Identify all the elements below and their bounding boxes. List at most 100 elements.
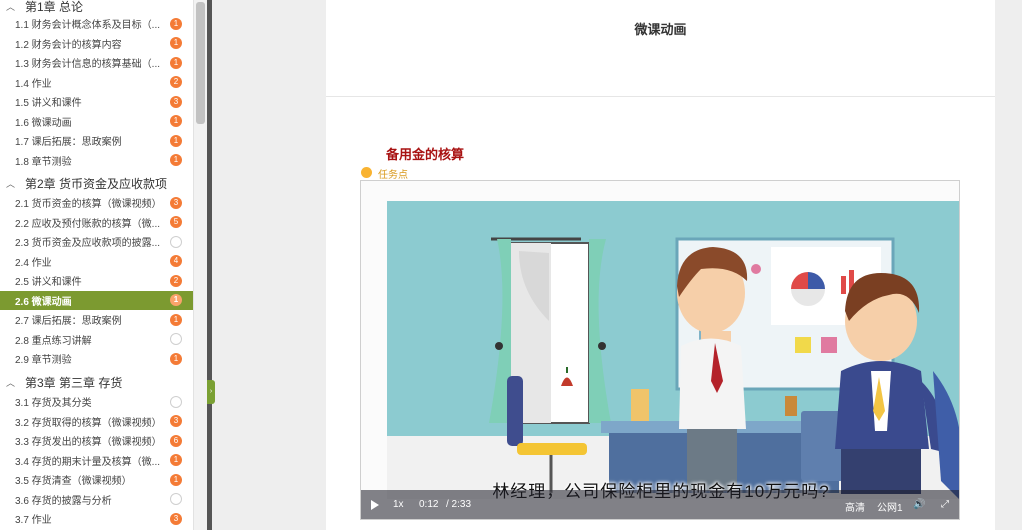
empty-badge [170, 493, 182, 506]
count-badge: 4 [170, 255, 182, 268]
item-label: 3.6 存货的披露与分析 [15, 495, 112, 507]
fullscreen-icon[interactable]: ⤢ [941, 499, 949, 510]
video-controls-bar: 1x 0:12 / 2:33 高清 公网1 🔊 ⤢ [361, 490, 959, 519]
item-label: 2.6 微课动画 [15, 296, 72, 308]
count-badge: 1 [170, 154, 182, 167]
item-label: 2.2 应收及预付账款的核算（微... [15, 218, 161, 230]
count-badge: 1 [170, 352, 182, 365]
video-frame [361, 181, 959, 519]
chapter-2-header[interactable]: ︿ 第2章 货币资金及应收款项 [0, 173, 193, 193]
item-label: 3.2 存货取得的核算（微课视频） [15, 417, 162, 429]
item-label: 1.2 财务会计的核算内容 [15, 39, 122, 51]
sidebar-item[interactable]: 1.2 财务会计的核算内容 1 [0, 34, 193, 54]
quality-button[interactable]: 高清 [845, 499, 865, 514]
count-badge: 6 [170, 434, 182, 447]
sidebar-item[interactable]: 1.5 讲义和课件 3 [0, 92, 193, 112]
current-time: 0:12 [419, 499, 439, 510]
sidebar-item[interactable]: 2.8 重点练习讲解 [0, 330, 193, 350]
item-label: 3.3 存货发出的核算（微课视频） [15, 437, 162, 449]
count-badge: 1 [170, 313, 182, 326]
duration: / 2:33 [446, 499, 472, 510]
count-badge: 3 [170, 196, 182, 209]
item-label: 3.4 存货的期末计量及核算（微... [15, 456, 161, 468]
count-badge: 3 [170, 512, 182, 525]
course-outline-sidebar: ︿ 第1章 总论 1.1 财务会计概念体系及目标（... 1 1.2 财务会计的核… [0, 0, 193, 530]
count-badge: 3 [170, 95, 182, 108]
page-title: 微课动画 [634, 22, 687, 37]
item-label: 2.9 章节测验 [15, 355, 72, 367]
item-label: 1.3 财务会计信息的核算基础（... [15, 59, 161, 71]
empty-badge [170, 333, 182, 346]
chapter-label: 第3章 第三章 存货 [25, 375, 123, 390]
item-label: 3.1 存货及其分类 [15, 398, 92, 410]
sidebar-item[interactable]: 2.1 货币资金的核算（微课视频） 3 [0, 193, 193, 213]
sidebar-item[interactable]: 3.7 作业 3 [0, 509, 193, 529]
content-panel: 微课动画 备用金的核算 任务点 1x 0:12 / 2:33 高清 公网1 🔊 … [326, 0, 995, 530]
sidebar-item[interactable]: 2.7 课后拓展：思政案例 1 [0, 310, 193, 330]
sidebar-item[interactable]: 3.3 存货发出的核算（微课视频） 6 [0, 431, 193, 451]
task-point-label: 任务点 [378, 170, 408, 181]
sidebar-item[interactable]: 2.3 货币资金及应收款项的披露... [0, 232, 193, 252]
sidebar-item[interactable]: 1.7 课后拓展：思政案例 1 [0, 131, 193, 151]
sidebar-item[interactable]: 3.6 存货的披露与分析 [0, 490, 193, 510]
line-select-button[interactable]: 公网1 [877, 499, 903, 514]
count-badge: 1 [170, 56, 182, 69]
count-badge: 5 [170, 216, 182, 229]
sidebar-item[interactable]: 1.4 作业 2 [0, 73, 193, 93]
sidebar-item[interactable]: 2.4 作业 4 [0, 252, 193, 272]
panel-divider [207, 0, 212, 530]
sidebar-item[interactable]: 1.3 财务会计信息的核算基础（... 1 [0, 53, 193, 73]
chapter-3-header[interactable]: ︿ 第3章 第三章 存货 [0, 372, 193, 392]
section-title: 备用金的核算 [386, 147, 465, 162]
count-badge: 1 [170, 294, 182, 307]
title-divider [326, 96, 995, 97]
count-badge: 2 [170, 76, 182, 89]
sidebar-item[interactable]: 2.2 应收及预付账款的核算（微... 5 [0, 213, 193, 233]
count-badge: 3 [170, 415, 182, 428]
sidebar-item[interactable]: 1.8 章节测验 1 [0, 151, 193, 171]
count-badge: 1 [170, 37, 182, 50]
app-window: ︿ 第1章 总论 1.1 财务会计概念体系及目标（... 1 1.2 财务会计的核… [0, 0, 1022, 530]
chapter-label: 第2章 货币资金及应收款项 [25, 176, 168, 191]
chevron-up-icon: ︿ [6, 377, 16, 388]
sidebar-item[interactable]: 2.5 讲义和课件 2 [0, 271, 193, 291]
volume-icon[interactable]: 🔊 [913, 499, 925, 510]
count-badge: 1 [170, 17, 182, 30]
count-badge: 1 [170, 473, 182, 486]
sidebar-item[interactable]: 2.9 章节测验 1 [0, 349, 193, 369]
item-label: 2.7 课后拓展：思政案例 [15, 316, 122, 328]
item-label: 3.7 作业 [15, 515, 52, 527]
item-label: 1.7 课后拓展：思政案例 [15, 137, 122, 149]
collapse-sidebar-handle[interactable]: › [207, 380, 215, 404]
count-badge: 1 [170, 115, 182, 128]
sidebar-item[interactable]: 3.2 存货取得的核算（微课视频） 3 [0, 412, 193, 432]
item-label: 1.5 讲义和课件 [15, 98, 82, 110]
chevron-up-icon: ︿ [6, 178, 16, 189]
sidebar-scrollbar-thumb[interactable] [196, 2, 205, 124]
item-label: 1.4 作业 [15, 78, 52, 90]
item-label: 2.5 讲义和课件 [15, 277, 82, 289]
item-label: 1.1 财务会计概念体系及目标（... [15, 20, 161, 32]
item-label: 2.1 货币资金的核算（微课视频） [15, 199, 162, 211]
chevron-up-icon: ︿ [6, 1, 16, 12]
sidebar-item-active[interactable]: 2.6 微课动画 1 [0, 290, 193, 310]
video-player[interactable]: 林经理，公司保险柜里的现金有10万元吗? 1x 0:12 / 2:33 高清 公… [360, 180, 960, 520]
item-label: 1.8 章节测验 [15, 156, 72, 168]
empty-badge [170, 235, 182, 248]
item-label: 1.6 微课动画 [15, 117, 72, 129]
empty-badge [170, 395, 182, 408]
item-label: 3.5 存货清查（微课视频） [15, 476, 132, 488]
count-badge: 2 [170, 274, 182, 287]
item-label: 2.8 重点练习讲解 [15, 335, 92, 347]
sidebar-item[interactable]: 3.4 存货的期末计量及核算（微... 1 [0, 451, 193, 471]
sidebar-item[interactable]: 1.1 财务会计概念体系及目标（... 1 [0, 14, 193, 34]
chapter-label: 第1章 总论 [25, 0, 84, 14]
count-badge: 1 [170, 454, 182, 467]
play-icon[interactable] [371, 500, 379, 510]
sidebar-item[interactable]: 3.5 存货清查（微课视频） 1 [0, 470, 193, 490]
task-point-icon [361, 167, 372, 178]
sidebar-item[interactable]: 3.1 存货及其分类 [0, 392, 193, 412]
sidebar-item[interactable]: 1.6 微课动画 1 [0, 112, 193, 132]
item-label: 2.3 货币资金及应收款项的披露... [15, 238, 161, 250]
playback-speed-button[interactable]: 1x [393, 499, 404, 510]
